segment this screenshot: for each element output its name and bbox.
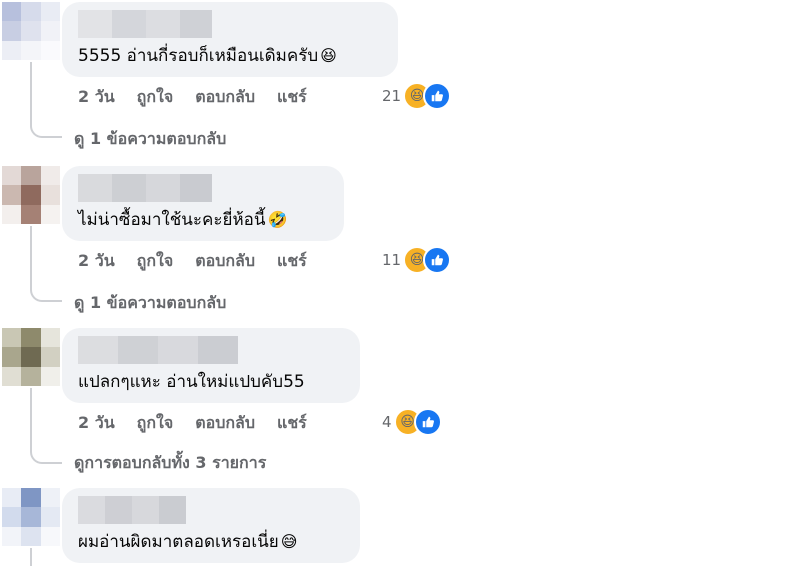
reaction-count: 4 (382, 413, 392, 431)
thread-line (30, 226, 32, 288)
author-name-blurred[interactable] (78, 336, 238, 364)
comment-text: ไม่น่าซื้อมาใช้นะคะยี่ห้อนี้ 🤣 (78, 210, 288, 230)
like-button[interactable]: ถูกใจ (137, 411, 174, 436)
reaction-summary[interactable]: 11 😆 (382, 246, 452, 274)
like-button[interactable]: ถูกใจ (137, 249, 174, 274)
comment-time[interactable]: 2 วัน (78, 85, 115, 110)
author-name-blurred[interactable] (78, 174, 212, 202)
like-reaction-icon (423, 82, 452, 110)
comment-actions: 2 วัน ถูกใจ ตอบกลับ แชร์ (78, 411, 329, 435)
grinning-squinting-emoji: 😆 (320, 46, 337, 65)
reaction-summary[interactable]: 4 😆 (382, 408, 442, 436)
thread-line (30, 62, 32, 124)
share-button[interactable]: แชร์ (277, 85, 307, 110)
share-button[interactable]: แชร์ (277, 411, 307, 436)
comment-1: 5555 อ่านกี่รอบก็เหมือนเดิมครับ 😆 2 วัน ถ… (0, 0, 800, 162)
avatar[interactable] (2, 328, 60, 386)
reaction-count: 11 (382, 251, 402, 269)
thread-connector (30, 122, 62, 138)
thread-line (30, 388, 32, 450)
comment-bubble: ไม่น่าซื้อมาใช้นะคะยี่ห้อนี้ 🤣 (62, 166, 344, 241)
comment-time[interactable]: 2 วัน (78, 411, 115, 436)
share-button[interactable]: แชร์ (277, 249, 307, 274)
avatar[interactable] (2, 166, 60, 224)
like-reaction-icon (423, 246, 452, 274)
author-name-blurred[interactable] (78, 10, 212, 38)
thread-connector (30, 448, 62, 464)
author-name-blurred[interactable] (78, 496, 186, 524)
rolling-laughing-emoji: 🤣 (267, 210, 288, 229)
avatar[interactable] (2, 488, 60, 546)
like-button[interactable]: ถูกใจ (137, 85, 174, 110)
comment-text: 5555 อ่านกี่รอบก็เหมือนเดิมครับ 😆 (78, 46, 337, 66)
comment-text: ผมอ่านผิดมาตลอดเหรอเนี่ย 😅 (78, 532, 298, 552)
comment-bubble: แปลกๆแหะ อ่านใหม่แปบคับ55 (62, 328, 360, 403)
reaction-count: 21 (382, 87, 402, 105)
comment-text: แปลกๆแหะ อ่านใหม่แปบคับ55 (78, 372, 305, 392)
reply-button[interactable]: ตอบกลับ (195, 411, 255, 436)
comment-actions: 2 วัน ถูกใจ ตอบกลับ แชร์ (78, 249, 329, 273)
reply-button[interactable]: ตอบกลับ (195, 249, 255, 274)
view-replies-link[interactable]: ดู 1 ข้อความตอบกลับ (74, 291, 226, 316)
comment-actions: 2 วัน ถูกใจ ตอบกลับ แชร์ (78, 85, 329, 109)
reply-button[interactable]: ตอบกลับ (195, 85, 255, 110)
comment-time[interactable]: 2 วัน (78, 249, 115, 274)
comment-4: ผมอ่านผิดมาตลอดเหรอเนี่ย 😅 (0, 486, 800, 566)
comment-bubble: 5555 อ่านกี่รอบก็เหมือนเดิมครับ 😆 (62, 2, 398, 77)
grinning-sweat-emoji: 😅 (280, 532, 298, 551)
comment-bubble: ผมอ่านผิดมาตลอดเหรอเนี่ย 😅 (62, 488, 360, 563)
like-reaction-icon (413, 408, 442, 436)
comment-3: แปลกๆแหะ อ่านใหม่แปบคับ55 2 วัน ถูกใจ ตอ… (0, 326, 800, 486)
reaction-summary[interactable]: 21 😆 (382, 82, 452, 110)
view-replies-link[interactable]: ดูการตอบกลับทั้ง 3 รายการ (74, 451, 266, 476)
comment-2: ไม่น่าซื้อมาใช้นะคะยี่ห้อนี้ 🤣 2 วัน ถูกใ… (0, 164, 800, 326)
avatar[interactable] (2, 2, 60, 60)
thread-line (30, 548, 32, 566)
thread-connector (30, 286, 62, 302)
view-replies-link[interactable]: ดู 1 ข้อความตอบกลับ (74, 127, 226, 152)
